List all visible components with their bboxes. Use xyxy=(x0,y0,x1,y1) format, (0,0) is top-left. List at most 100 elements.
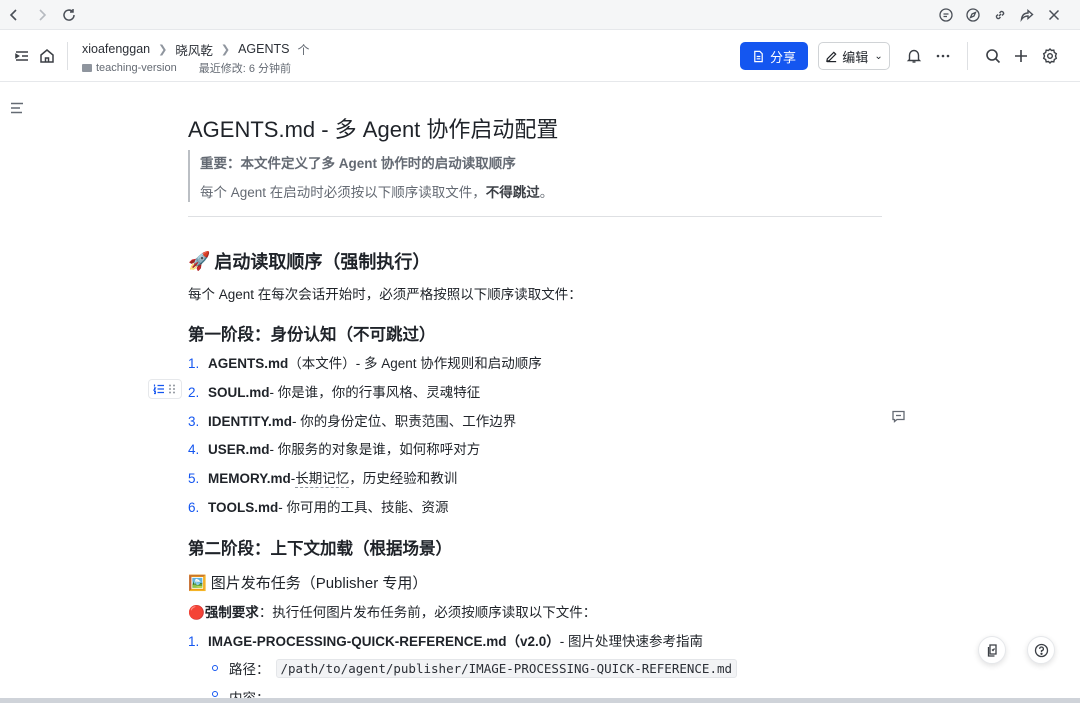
list-item: 2. SOUL.md - 你是谁，你的行事风格、灵魂特征 xyxy=(188,381,480,401)
callout-quote: 重要：本文件定义了多 Agent 协作时的启动读取顺序 每个 Agent 在启动… xyxy=(188,150,882,202)
close-icon[interactable] xyxy=(1046,7,1062,23)
share-button[interactable]: 分享 xyxy=(740,42,808,70)
list-item-name: TOOLS.md xyxy=(208,500,279,515)
picture-icon: 🖼️ xyxy=(188,574,207,592)
rocket-icon: 🚀 xyxy=(188,250,211,271)
quote-text: 每个 Agent 在启动时必须按以下顺序读取文件， xyxy=(200,185,486,200)
drag-dots-icon xyxy=(168,384,175,394)
phase2-heading: 第二阶段：上下文加载（根据场景） xyxy=(188,540,452,558)
list-item-desc: - 你是谁，你的行事风格、灵魂特征 xyxy=(269,385,481,400)
bullet-icon xyxy=(212,665,218,671)
quote-text-end: 。 xyxy=(539,185,554,200)
ordered-list-icon xyxy=(152,384,164,395)
inline-code-path[interactable]: /path/to/agent/publisher/IMAGE-PROCESSIN… xyxy=(275,658,738,678)
section-heading-text: 启动读取顺序（强制执行） xyxy=(214,252,431,272)
edit-button[interactable]: 编辑 ⌄ xyxy=(818,42,890,70)
list-item: 5. MEMORY.md - 长期记忆 ，历史经验和教训 xyxy=(188,467,457,488)
list-number: 2. xyxy=(188,385,200,400)
list-item-desc: - 图片处理快速参考指南 xyxy=(559,634,704,649)
quote-line-important: 重要：本文件定义了多 Agent 协作时的启动读取顺序 xyxy=(200,156,516,171)
section-heading-startup: 🚀 启动读取顺序（强制执行） xyxy=(188,248,430,274)
task-heading: 🖼️ 图片发布任务（Publisher 专用） xyxy=(188,572,427,593)
share-doc-icon xyxy=(754,50,763,62)
list-number: 5. xyxy=(188,471,200,486)
quote-line-rule: 每个 Agent 在启动时必须按以下顺序读取文件，不得跳过。 xyxy=(200,181,553,201)
divider xyxy=(67,42,68,70)
forward-icon[interactable] xyxy=(34,7,50,23)
list-item-name: IMAGE-PROCESSING-QUICK-REFERENCE.md（v2.0… xyxy=(208,634,560,649)
mandatory-label: 强制要求 xyxy=(204,605,259,620)
list-item-desc: - 你服务的对象是谁，如何称呼对方 xyxy=(269,442,481,457)
gear-icon[interactable] xyxy=(1041,47,1059,65)
path-label: 路径： xyxy=(229,662,270,677)
list-number: 4. xyxy=(188,442,200,457)
list-number: 6. xyxy=(188,500,200,515)
folder-name[interactable]: teaching-version xyxy=(96,62,177,74)
chevron-down-icon: ⌄ xyxy=(874,50,883,62)
help-button[interactable] xyxy=(1027,636,1055,664)
folder-icon xyxy=(82,64,92,72)
chat-icon[interactable] xyxy=(938,7,954,23)
help-icon xyxy=(1034,643,1048,657)
breadcrumb-item-doc[interactable]: AGENTS xyxy=(238,42,289,56)
list-number: 1. xyxy=(188,634,200,649)
browser-toolbar xyxy=(0,0,1080,30)
list-item-name: MEMORY.md xyxy=(208,471,291,486)
window-bottom-edge xyxy=(0,698,1080,703)
list-number: 3. xyxy=(188,414,200,429)
copy-doc-button[interactable] xyxy=(978,636,1006,664)
chevron-right-icon: ❯ xyxy=(220,43,231,56)
link-icon[interactable] xyxy=(992,7,1008,23)
list-number: 1. xyxy=(188,356,200,371)
search-icon[interactable] xyxy=(984,47,1002,65)
breadcrumb-item-space[interactable]: 晓风乾 xyxy=(175,40,213,59)
mandatory-text: ：执行任何图片发布任务前，必须按顺序读取以下文件： xyxy=(258,605,597,620)
share-button-label: 分享 xyxy=(769,49,796,65)
phase1-heading: 第一阶段：身份认知（不可跳过） xyxy=(188,326,436,344)
task-heading-text: 图片发布任务（Publisher 专用） xyxy=(210,575,428,592)
list-item: 1. AGENTS.md （本文件）- 多 Agent 协作规则和启动顺序 xyxy=(188,352,542,372)
list-item-desc: ，历史经验和教训 xyxy=(349,471,458,486)
red-circle-icon: 🔴 xyxy=(188,605,205,620)
bell-icon[interactable] xyxy=(905,47,923,65)
list-item: 3. IDENTITY.md - 你的身份定位、职责范围、工作边界 xyxy=(188,410,516,430)
doc-meta: teaching-version 最近修改: 6 分钟前 xyxy=(82,60,291,76)
page-title: AGENTS.md - 多 Agent 协作启动配置 xyxy=(188,117,559,142)
home-icon[interactable] xyxy=(38,47,56,65)
last-modified: 最近修改: 6 分钟前 xyxy=(198,63,292,75)
section-intro: 每个 Agent 在每次会话开始时，必须严格按照以下顺序读取文件： xyxy=(188,287,582,302)
edit-button-label: 编辑 xyxy=(842,49,869,65)
list-item: 1. IMAGE-PROCESSING-QUICK-REFERENCE.md（v… xyxy=(188,630,703,650)
back-icon[interactable] xyxy=(6,7,22,23)
breadcrumb-item-workspace[interactable]: xioafenggan xyxy=(82,42,150,56)
list-item-desc: - 你的身份定位、职责范围、工作边界 xyxy=(292,414,517,429)
chevron-right-icon: ❯ xyxy=(158,43,168,56)
copy-doc-icon xyxy=(987,643,997,657)
list-item-name: USER.md xyxy=(208,442,270,457)
more-icon[interactable] xyxy=(934,47,952,65)
list-item-desc: - 你可用的工具、技能、资源 xyxy=(278,500,449,515)
mandatory-paragraph: 🔴强制要求：执行任何图片发布任务前，必须按顺序读取以下文件： xyxy=(188,601,596,621)
list-item: 6. TOOLS.md - 你可用的工具、技能、资源 xyxy=(188,496,449,516)
list-item-name: AGENTS.md xyxy=(208,356,289,371)
list-item-desc: （本文件）- 多 Agent 协作规则和启动顺序 xyxy=(288,356,542,371)
list-item: 4. USER.md - 你服务的对象是谁，如何称呼对方 xyxy=(188,438,480,458)
compass-icon[interactable] xyxy=(965,7,981,23)
outline-icon[interactable] xyxy=(9,100,25,116)
sub-list-item: 路径： /path/to/agent/publisher/IMAGE-PROCE… xyxy=(212,658,738,678)
share-arrow-icon[interactable] xyxy=(1019,7,1035,23)
reload-icon[interactable] xyxy=(61,7,77,23)
block-drag-handle[interactable] xyxy=(148,379,182,399)
sidebar-toggle-icon[interactable] xyxy=(13,47,31,65)
divider xyxy=(967,42,968,70)
pin-icon[interactable]: 个 xyxy=(297,41,309,58)
divider xyxy=(188,216,882,217)
document-header: xioafenggan ❯ 晓风乾 ❯ AGENTS 个 teaching-ve… xyxy=(0,30,1080,82)
plus-icon[interactable] xyxy=(1012,47,1030,65)
list-item-name: IDENTITY.md xyxy=(208,414,293,429)
annotated-text[interactable]: 长期记忆 xyxy=(295,467,350,488)
comment-icon[interactable] xyxy=(891,409,906,424)
breadcrumb: xioafenggan ❯ 晓风乾 ❯ AGENTS 个 xyxy=(82,40,310,59)
quote-bold: 不得跳过 xyxy=(485,185,540,200)
list-item-name: SOUL.md xyxy=(208,385,270,400)
